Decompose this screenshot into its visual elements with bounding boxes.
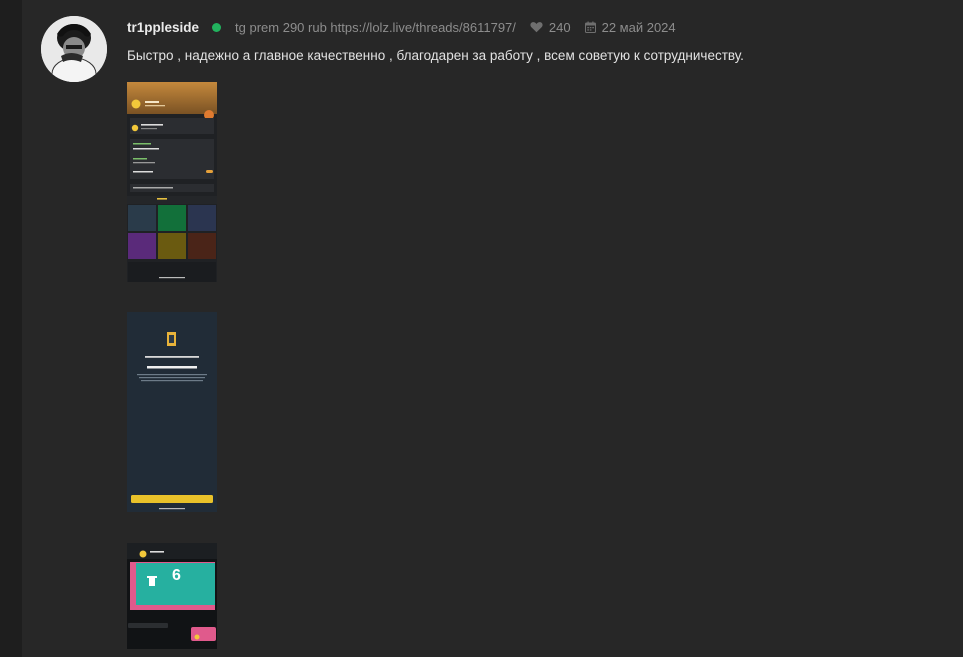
online-indicator (212, 22, 222, 32)
thread-link[interactable]: tg prem 290 rub https://lolz.live/thread… (235, 20, 516, 35)
post-date: 22 май 2024 (584, 19, 676, 35)
avatar-image (41, 16, 107, 82)
heart-icon (530, 22, 543, 33)
usdt-transfer-screenshot (127, 543, 217, 649)
username[interactable]: tr1ppleside (127, 20, 199, 35)
ton-transaction-screenshot (127, 312, 217, 512)
attachment-image-3[interactable]: 6 (127, 543, 217, 649)
telegram-profile-screenshot (127, 82, 217, 282)
likes-count: 240 (548, 19, 571, 35)
likes[interactable]: 240 (530, 20, 571, 35)
post-meta: tr1ppleside tg prem 290 rub https://lolz… (127, 18, 676, 36)
calendar-icon (584, 21, 596, 33)
left-gutter (0, 0, 22, 657)
post-message: Быстро , надежно а главное качественно ,… (127, 48, 744, 63)
attachment-image-2[interactable] (127, 312, 217, 512)
usdt-amount: 6 (172, 567, 181, 584)
attachment-image-1[interactable] (127, 82, 217, 282)
page: tr1ppleside tg prem 290 rub https://lolz… (0, 0, 963, 657)
post-card: tr1ppleside tg prem 290 rub https://lolz… (22, 0, 963, 657)
avatar[interactable] (41, 16, 107, 82)
date-text: 22 май 2024 (601, 19, 676, 35)
